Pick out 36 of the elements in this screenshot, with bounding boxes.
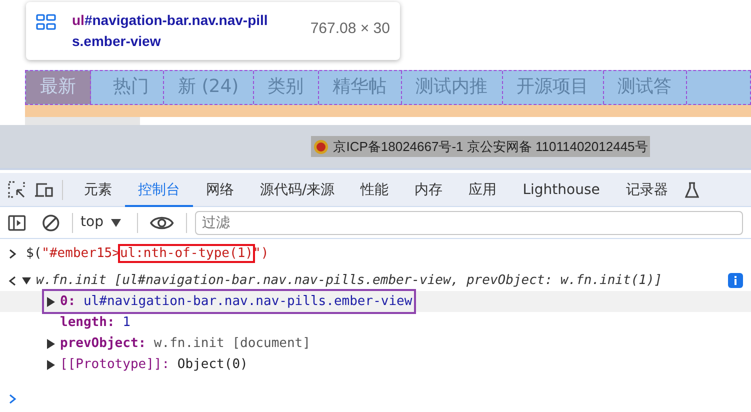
inspect-icon[interactable] xyxy=(8,180,26,198)
devtools-tab[interactable]: 元素 xyxy=(71,172,125,206)
filter-field[interactable]: 过滤 xyxy=(195,210,743,234)
prompt-icon xyxy=(8,248,18,258)
console-entry[interactable]: length: 1 xyxy=(46,312,130,333)
devtools-tab[interactable]: 内存 xyxy=(402,172,456,206)
devtools-tab[interactable]: 记录器 xyxy=(612,172,681,206)
emblem-icon xyxy=(313,138,330,154)
element-selector: ul#navigation-bar.nav.nav-pills.ember-view xyxy=(72,11,268,51)
footer-text: 京ICP备18024667号-1 京公安网备 11011402012445号 xyxy=(333,138,648,156)
devtools-tab[interactable]: Lighthouse xyxy=(510,172,613,206)
devtools-tab[interactable]: 控制台 xyxy=(125,172,193,206)
expand-triangle-icon[interactable] xyxy=(46,338,55,348)
devtools-tab[interactable]: 应用 xyxy=(456,172,510,206)
context-dropdown[interactable]: top xyxy=(80,212,122,233)
flask-icon[interactable] xyxy=(684,182,699,198)
result-icon xyxy=(8,276,18,286)
caret-icon xyxy=(111,218,122,226)
layout-icon xyxy=(36,14,56,30)
result-summary: w.fn.init [ul#navigation-bar.nav.nav-pills.ember-view, prevObject: w.fn.init(1)] xyxy=(36,272,662,290)
console-entry[interactable]: [[Prototype]]: Object(0) xyxy=(46,354,248,375)
expand-triangle-icon[interactable] xyxy=(46,360,55,370)
expand-triangle-icon[interactable] xyxy=(46,296,55,306)
device-icon[interactable] xyxy=(34,180,54,198)
devtools-tab[interactable]: 网络 xyxy=(193,172,247,206)
devtools-tab[interactable]: 源代码/来源 xyxy=(247,172,348,206)
devtools-tab[interactable]: 性能 xyxy=(348,172,402,206)
element-size: 767.08 × 30 xyxy=(310,19,390,39)
sidebar-icon[interactable] xyxy=(8,214,26,232)
console-entry[interactable]: 0: ul#navigation-bar.nav.nav-pills.ember-view xyxy=(42,289,416,314)
collapse-triangle-icon[interactable] xyxy=(22,276,31,285)
prompt-icon xyxy=(8,394,18,404)
eye-icon[interactable] xyxy=(150,214,174,230)
clear-icon[interactable] xyxy=(42,214,60,232)
console-entry[interactable]: prevObject: w.fn.init [document] xyxy=(46,333,310,354)
info-icon[interactable] xyxy=(728,273,743,288)
